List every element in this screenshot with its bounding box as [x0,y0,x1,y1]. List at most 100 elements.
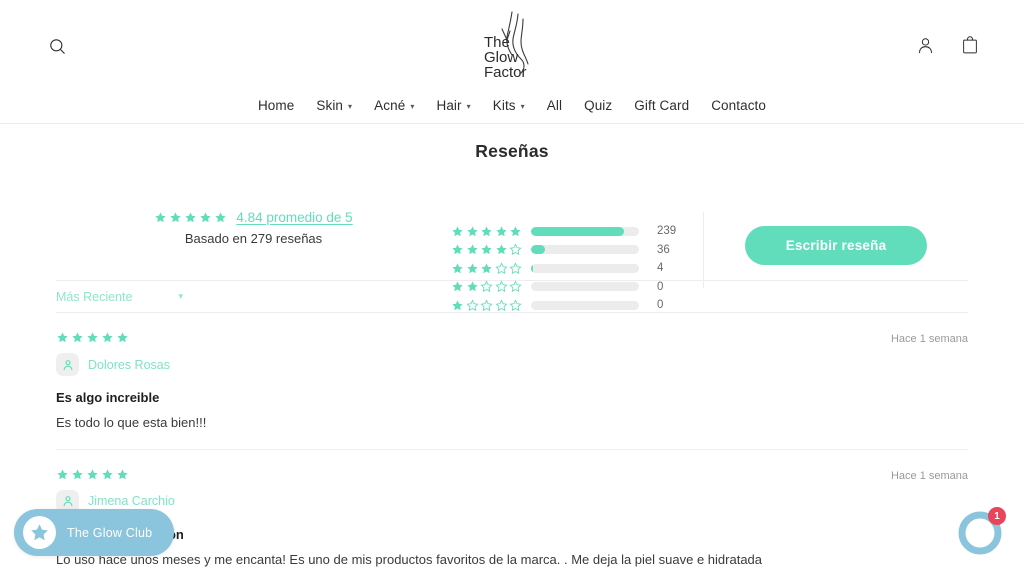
star-filled-icon [215,212,226,223]
nav-item-home[interactable]: Home [247,98,305,113]
star-filled-icon [117,332,128,343]
review-author-name[interactable]: Jimena Carchio [88,494,175,508]
star-filled-icon [452,244,463,255]
rating-histogram: 239 36 4 0 0 [451,180,683,315]
nav-label: Contacto [711,98,767,113]
star-filled-icon [510,226,521,237]
chat-widget[interactable]: 1 [956,507,1006,557]
star-filled-icon [495,226,507,237]
search-icon[interactable] [44,33,70,59]
star-filled-icon [481,263,492,274]
review-author-row: Dolores Rosas [56,353,968,376]
star-filled-icon [117,469,128,480]
histogram-row-stars [451,225,527,238]
star-filled-icon [72,469,83,480]
site-logo[interactable]: The Glow Factor [478,9,546,81]
review-timestamp: Hace 1 semana [890,333,968,345]
star-filled-icon [481,226,492,237]
star-filled-icon [72,332,83,343]
star-filled-icon [102,469,113,480]
glow-club-label: The Glow Club [67,525,153,540]
review-rating-stars [56,468,968,481]
header-actions [913,33,982,57]
histogram-row[interactable]: 36 [451,241,683,260]
histogram-bar-track[interactable] [531,282,639,292]
star-filled-icon [495,244,507,255]
star-icon [23,516,56,549]
review-author-name[interactable]: Dolores Rosas [88,358,170,372]
chevron-down-icon: ▾ [178,291,183,301]
histogram-row-stars [451,243,527,256]
star-empty-icon [509,243,522,256]
review-item: Hace 1 semana Dolores Rosas Es algo increi… [56,313,968,450]
star-filled-icon [452,263,463,274]
star-empty-icon [494,262,508,274]
shopping-bag-icon[interactable] [958,33,982,57]
reviews-summary: 4.84 promedio de 5 Basado en 279 reseñas… [0,180,1024,311]
star-empty-icon [509,262,522,274]
histogram-row[interactable]: 239 [451,222,683,241]
histogram-bar-fill [531,263,533,273]
nav-item-skin[interactable]: Skin ▾ [305,98,363,113]
histogram-bar-track[interactable] [531,300,639,310]
histogram-row-stars [451,262,527,275]
write-review-button[interactable]: Escribir reseña [745,226,927,265]
star-filled-icon [452,300,463,311]
nav-label: Home [257,98,295,113]
star-filled-icon [102,332,113,343]
star-empty-icon [509,299,522,311]
nav-item-gift-card[interactable]: Gift Card [623,98,700,113]
chat-unread-badge: 1 [988,507,1006,525]
histogram-row[interactable]: 4 [451,259,683,278]
histogram-bar-track[interactable] [531,263,639,273]
star-filled-icon [452,281,463,292]
histogram-count: 36 [657,243,670,256]
star-empty-icon [480,299,493,311]
nav-item-quiz[interactable]: Quiz [573,98,623,113]
star-filled-icon [466,263,478,274]
review-heading: Es algo increible [56,390,160,405]
star-filled-icon [466,244,478,255]
nav-item-hair[interactable]: Hair ▾ [425,98,481,113]
nav-label: All [546,98,563,113]
star-empty-icon [480,280,493,293]
account-icon[interactable] [913,33,937,57]
histogram-row-stars [451,280,527,293]
star-filled-icon [57,469,68,480]
main-nav: Home Skin ▾ Acné ▾ Hair ▾ Kits ▾ All Qui… [0,88,1024,124]
review-heading: La mejor hidratación [56,527,968,542]
review-body: Lo uso hace unos meses y me encanta! Es … [56,551,763,567]
nav-item-contacto[interactable]: Contacto [700,98,777,113]
page-root: The Glow Factor Home Skin ▾ Acné ▾ Hair … [0,0,1024,570]
nav-item-acne[interactable]: Acné ▾ [363,98,425,113]
glow-club-widget[interactable]: The Glow Club [14,509,175,556]
star-filled-icon [466,226,478,237]
star-empty-icon [494,280,508,293]
star-filled-icon [481,244,492,255]
histogram-bar-track[interactable] [531,245,639,255]
review-timestamp: Hace 1 semana [890,469,968,482]
review-item: Hace 1 semana Jimena Carchio La mejor hidr… [56,450,968,570]
nav-label: Kits [492,98,516,113]
site-header: The Glow Factor [0,0,1024,88]
histogram-count: 0 [657,299,664,312]
star-filled-icon [170,212,181,223]
sort-dropdown-value: Más Reciente [56,289,133,304]
nav-item-all[interactable]: All [536,98,573,113]
histogram-row[interactable]: 0 [451,296,683,315]
nav-label: Skin [316,98,344,113]
chevron-down-icon: ▾ [410,101,415,111]
sort-dropdown[interactable]: Más Reciente ▾ [56,290,183,304]
star-filled-icon [466,281,478,292]
star-filled-icon [200,212,211,223]
nav-label: Acné [374,98,406,113]
star-empty-icon [509,280,522,293]
star-filled-icon [452,226,463,237]
chevron-down-icon: ▾ [348,101,353,111]
histogram-row[interactable]: 0 [451,278,683,297]
average-rating-link[interactable]: 4.84 promedio de 5 [236,210,352,225]
star-empty-icon [465,299,479,311]
reviews-list: Hace 1 semana Dolores Rosas Es algo increi… [56,313,968,570]
nav-item-kits[interactable]: Kits ▾ [482,98,536,113]
histogram-bar-track[interactable] [531,226,639,236]
